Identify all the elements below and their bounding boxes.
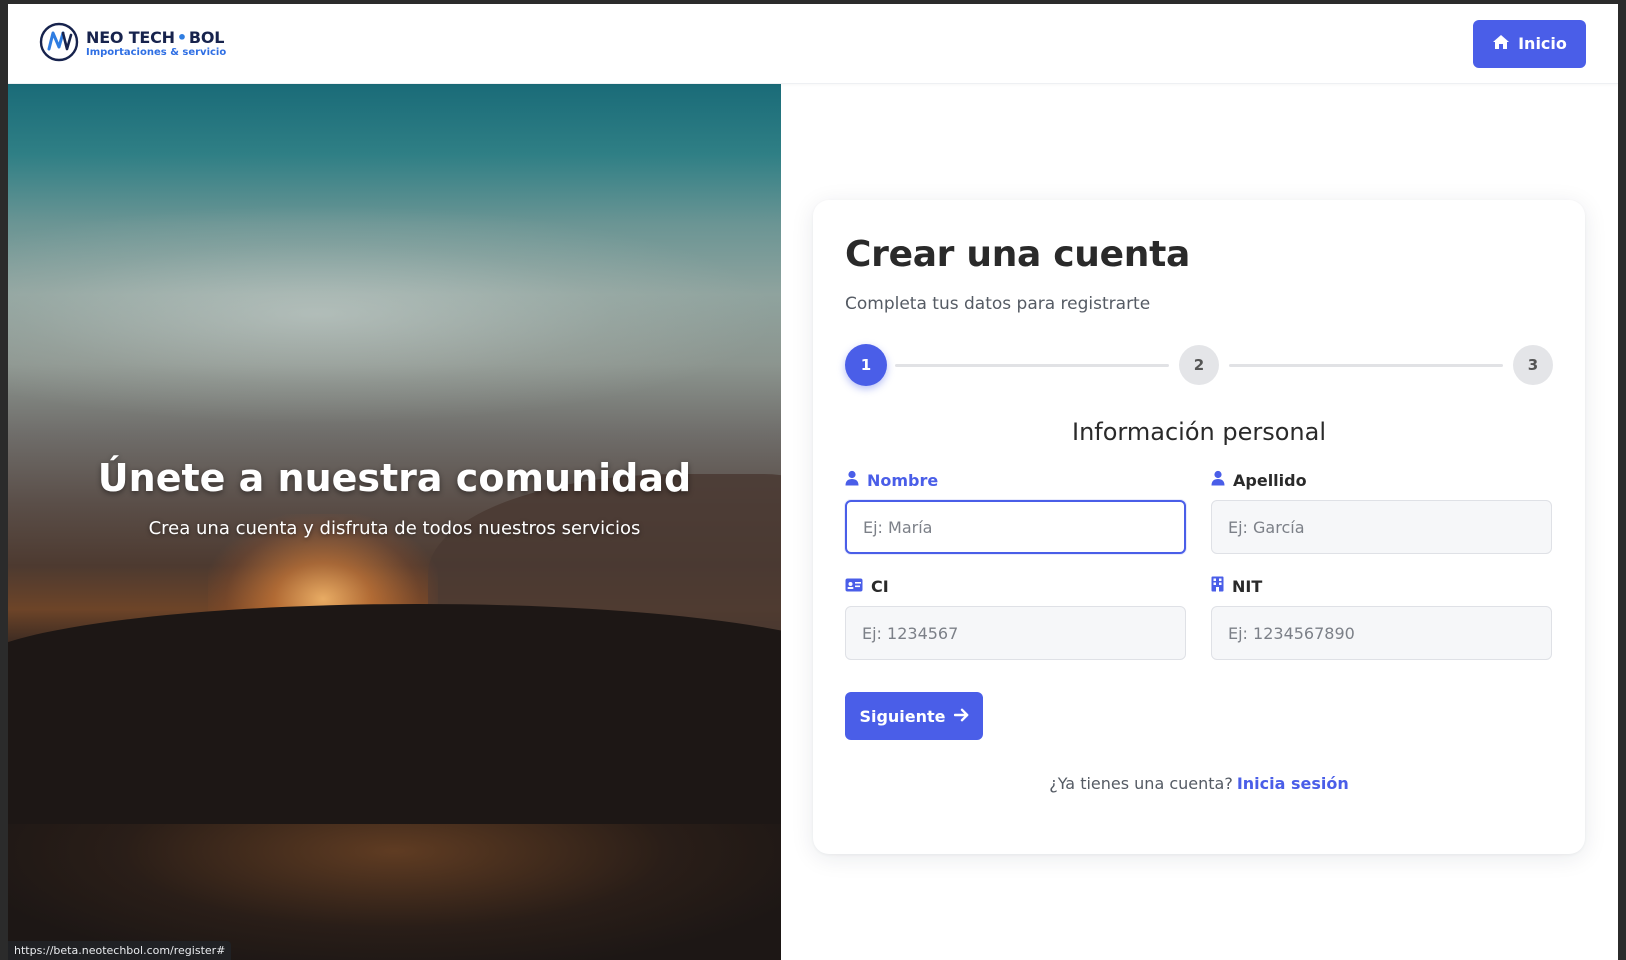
login-prompt-row: ¿Ya tienes una cuenta? Inicia sesión — [845, 774, 1553, 793]
next-button[interactable]: Siguiente — [845, 692, 983, 740]
nit-group: NIT — [1211, 576, 1552, 660]
top-navbar: NEO TECH • BOL Importaciones & servicio In… — [8, 4, 1618, 84]
building-icon — [1211, 576, 1224, 596]
brand-name: NEO TECH • BOL — [86, 27, 225, 47]
ci-label: CI — [845, 576, 1186, 596]
hero-title: Únete a nuestra comunidad — [97, 456, 692, 500]
hero-image-panel: Únete a nuestra comunidad Crea una cuent… — [8, 84, 781, 960]
neotech-logo-icon — [38, 21, 80, 67]
hero-grass — [8, 824, 781, 960]
ci-group: CI — [845, 576, 1186, 660]
form-title: Crear una cuenta — [845, 234, 1190, 275]
login-prompt-text: ¿Ya tienes una cuenta? — [1049, 774, 1233, 793]
nombre-input[interactable] — [845, 500, 1186, 554]
brand-logo[interactable]: NEO TECH • BOL Importaciones & servicio — [38, 21, 226, 67]
apellido-input[interactable] — [1211, 500, 1552, 554]
nit-input[interactable] — [1211, 606, 1552, 660]
nombre-label: Nombre — [845, 470, 1186, 490]
home-icon — [1492, 34, 1510, 54]
step-connector-1 — [895, 364, 1169, 367]
next-button-label: Siguiente — [859, 706, 946, 726]
personal-info-form: Nombre Apellido — [845, 470, 1553, 660]
step-3: 3 — [1513, 345, 1553, 385]
login-link[interactable]: Inicia sesión — [1237, 774, 1349, 793]
step-2: 2 — [1179, 345, 1219, 385]
status-bar-url: https://beta.neotechbol.com/register# — [8, 941, 232, 960]
step-1: 1 — [845, 344, 887, 386]
home-button-label: Inicio — [1518, 34, 1567, 53]
register-panel: Crear una cuenta Completa tus datos para… — [781, 84, 1618, 960]
window-scroll-edge — [1618, 4, 1626, 960]
hero-subtitle: Crea una cuenta y disfruta de todos nues… — [148, 518, 641, 539]
hero-clouds — [8, 204, 781, 424]
step-indicator: 1 2 3 — [845, 344, 1553, 388]
apellido-label-text: Apellido — [1233, 470, 1307, 490]
apellido-group: Apellido — [1211, 470, 1552, 554]
home-button[interactable]: Inicio — [1473, 19, 1586, 68]
user-icon — [845, 470, 859, 490]
page: NEO TECH • BOL Importaciones & servicio In… — [8, 4, 1618, 960]
brand-text: NEO TECH • BOL Importaciones & servicio — [86, 27, 227, 58]
form-subtitle: Completa tus datos para registrarte — [845, 294, 1151, 314]
nit-label: NIT — [1211, 576, 1552, 596]
section-title: Información personal — [1072, 418, 1326, 446]
user-icon — [1211, 470, 1225, 490]
ci-label-text: CI — [871, 576, 889, 596]
nit-label-text: NIT — [1232, 576, 1263, 596]
brand-tagline: Importaciones & servicio — [86, 46, 227, 58]
apellido-label: Apellido — [1211, 470, 1552, 490]
id-card-icon — [845, 577, 863, 596]
nombre-label-text: Nombre — [867, 470, 939, 490]
nombre-group: Nombre — [845, 470, 1186, 554]
ci-input[interactable] — [845, 606, 1186, 660]
register-card: Crear una cuenta Completa tus datos para… — [813, 200, 1585, 854]
arrow-right-icon — [953, 707, 969, 726]
step-connector-2 — [1229, 364, 1503, 367]
